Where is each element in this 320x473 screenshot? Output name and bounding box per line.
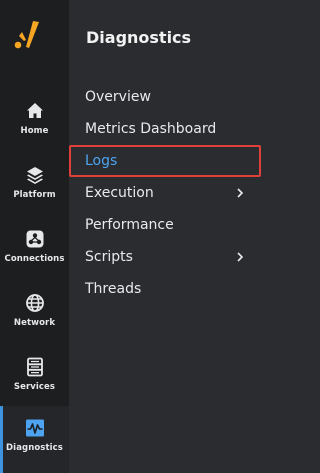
rail-item-label: Connections (4, 254, 65, 264)
menu-item-performance[interactable]: Performance (69, 209, 262, 241)
rail-item-home[interactable]: Home (0, 93, 69, 153)
rail-item-label: Diagnostics (6, 443, 63, 453)
panel-title: Diagnostics (86, 28, 192, 47)
menu-item-scripts[interactable]: Scripts (69, 241, 262, 273)
menu-item-threads[interactable]: Threads (69, 273, 262, 305)
menu-item-label: Logs (85, 153, 118, 169)
menu-item-label: Scripts (85, 249, 133, 265)
rail-item-connections[interactable]: Connections (0, 221, 69, 281)
layers-icon (26, 167, 43, 184)
server-icon (26, 357, 43, 377)
menu-item-execution[interactable]: Execution (69, 177, 262, 209)
menu-item-label: Performance (85, 217, 174, 233)
menu-item-overview[interactable]: Overview (69, 81, 262, 113)
menu-item-label: Execution (85, 185, 154, 201)
pulse-icon (25, 419, 44, 437)
connections-icon (26, 230, 43, 248)
rail-item-services[interactable]: Services (0, 349, 69, 409)
nav-rail: Home Platform Connections Network Servic… (0, 0, 69, 473)
menu-item-metrics-dashboard[interactable]: Metrics Dashboard (69, 113, 262, 145)
rail-item-label: Services (13, 382, 56, 392)
menu-item-logs[interactable]: Logs (69, 145, 262, 177)
logo-icon (14, 21, 39, 49)
rail-item-platform[interactable]: Platform (0, 157, 69, 217)
rail-item-label: Home (20, 126, 49, 136)
menu-item-label: Metrics Dashboard (85, 121, 217, 137)
globe-icon (25, 294, 44, 312)
app-logo[interactable] (12, 20, 42, 54)
menu-item-label: Threads (85, 281, 142, 297)
rail-item-diagnostics[interactable]: Diagnostics (0, 406, 69, 473)
chevron-right-icon (237, 188, 243, 198)
chevron-right-icon (237, 252, 243, 262)
home-icon (26, 103, 43, 118)
rail-item-label: Platform (13, 190, 56, 200)
menu-item-label: Overview (85, 89, 151, 105)
rail-item-network[interactable]: Network (0, 285, 69, 345)
rail-item-label: Network (13, 318, 56, 328)
